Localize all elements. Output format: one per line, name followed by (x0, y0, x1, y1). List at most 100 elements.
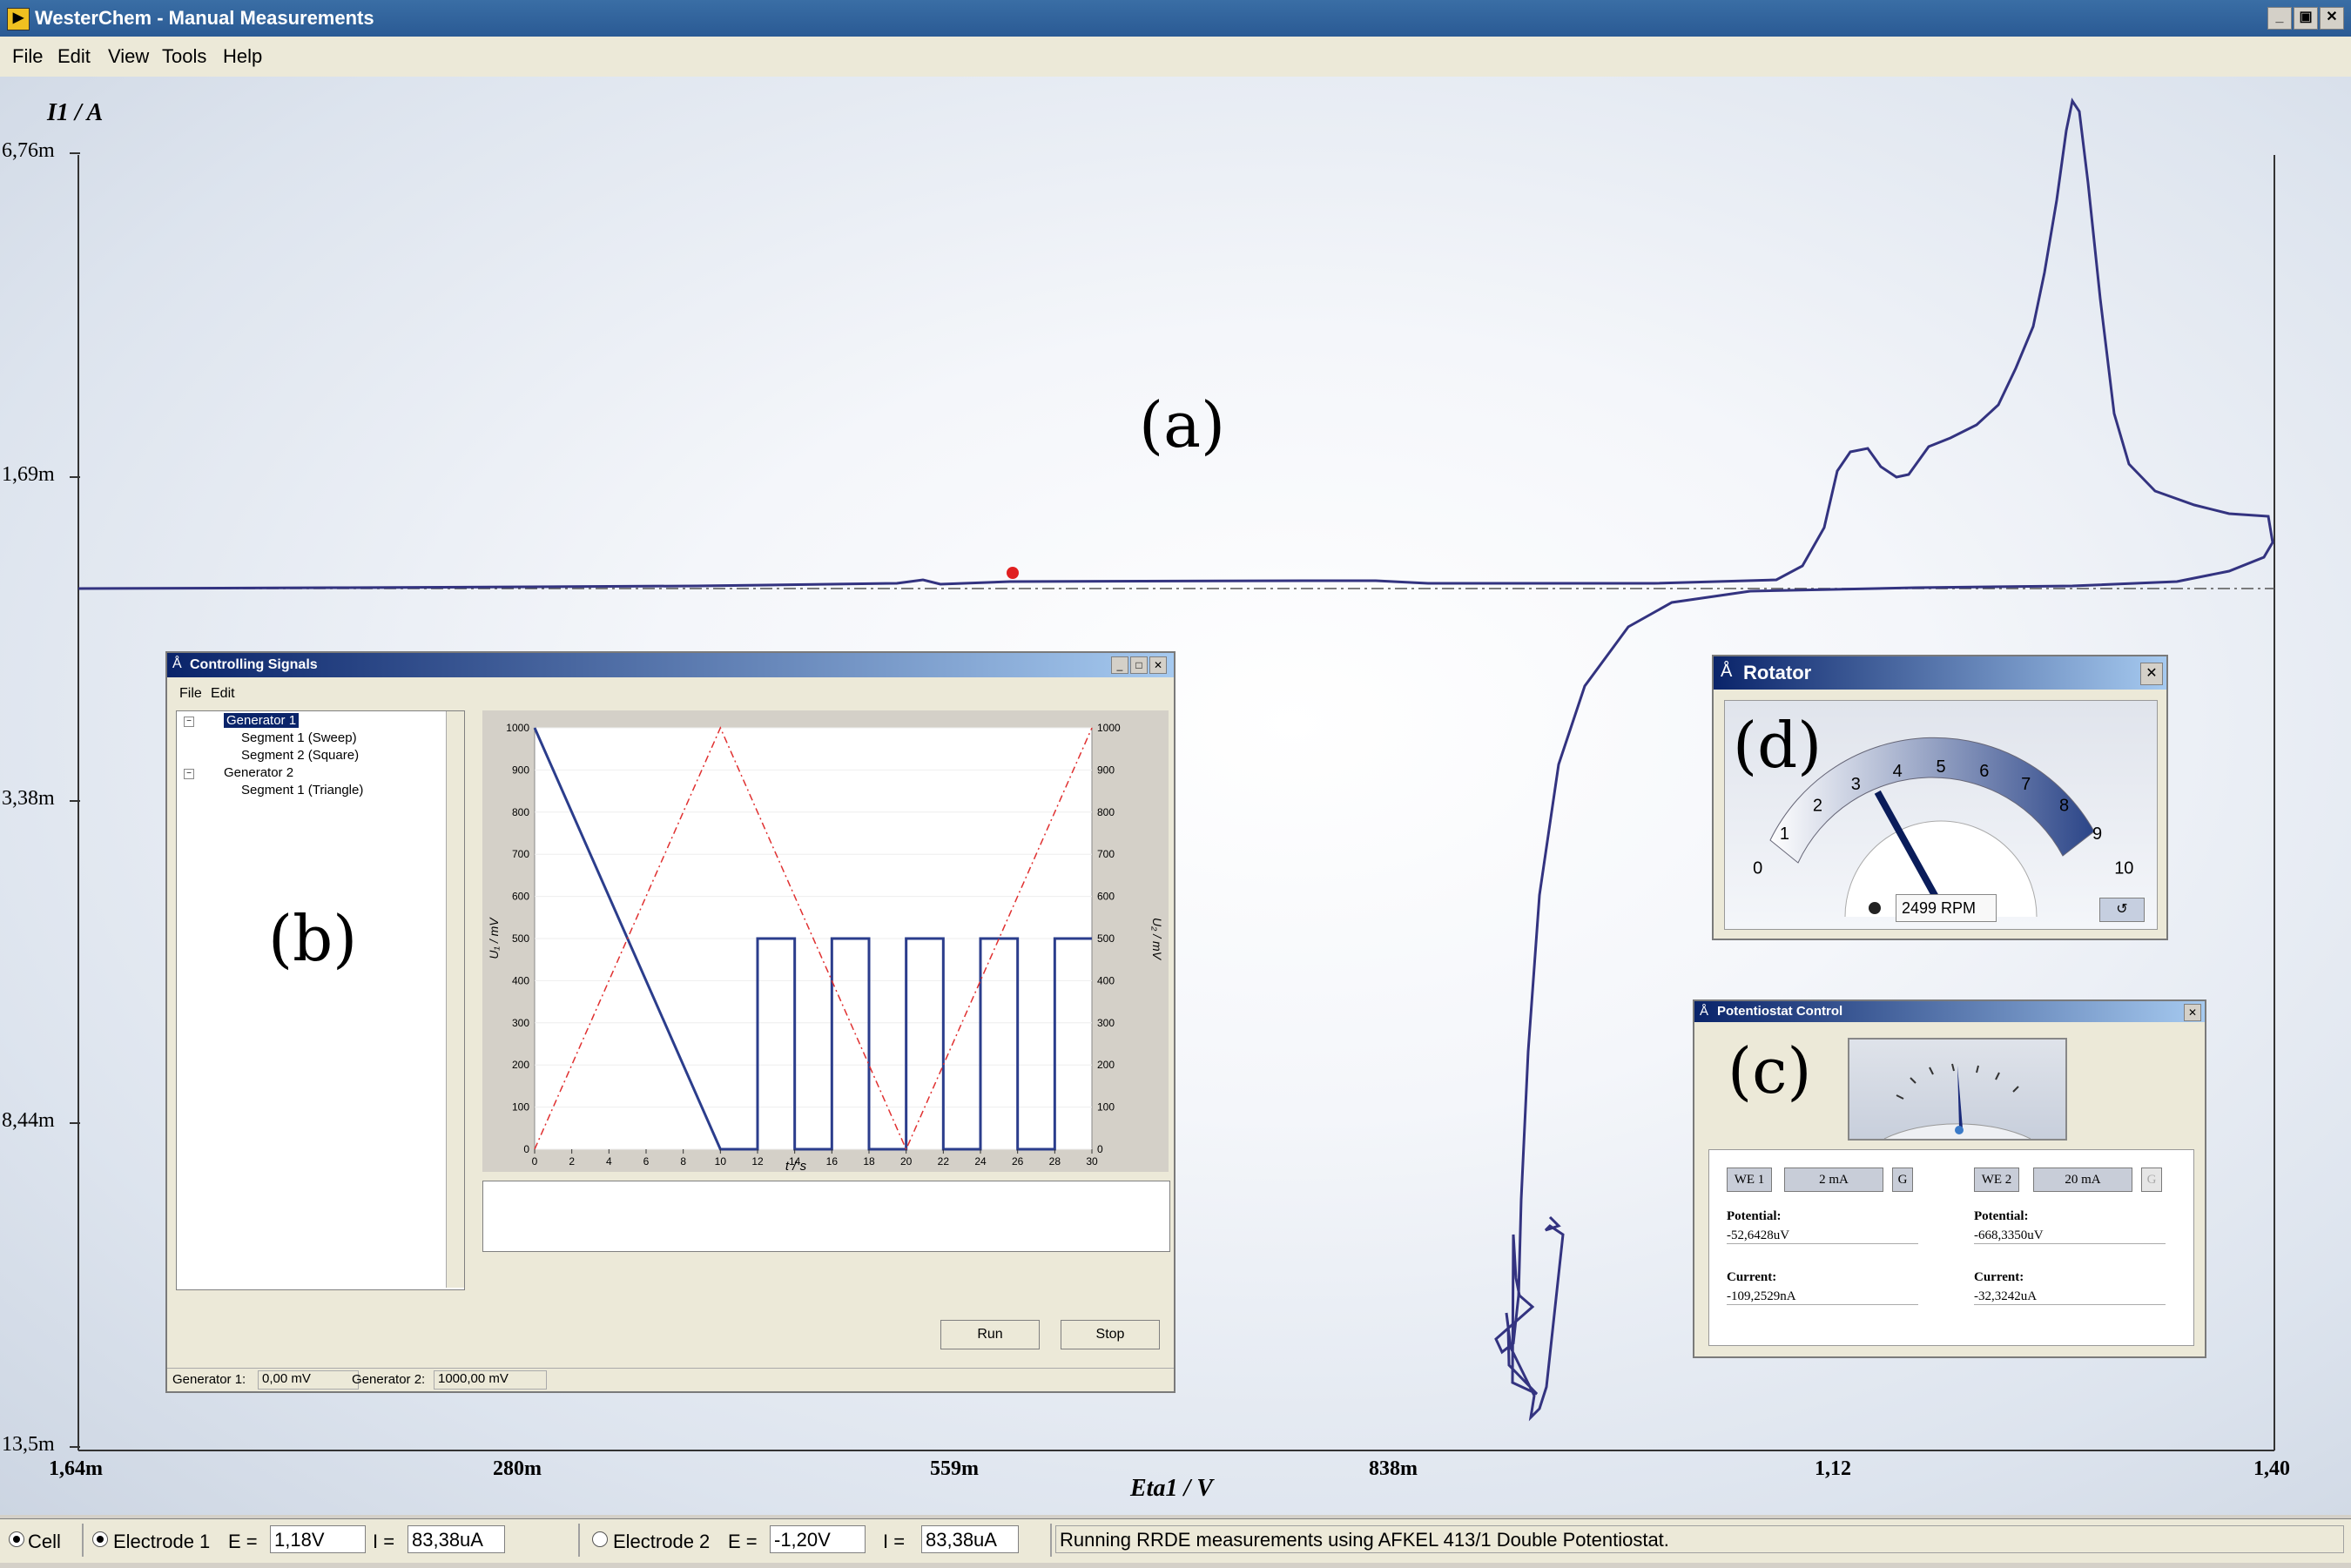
menu-help[interactable]: Help (223, 45, 262, 68)
tree-item-generator-2[interactable]: Generator 2 (224, 765, 293, 780)
we2-button[interactable]: WE 2 (1974, 1168, 2019, 1192)
close-button[interactable]: ✕ (1149, 656, 1167, 674)
y-tick-label: 600 (512, 891, 529, 903)
x-tick-label: 4 (606, 1155, 612, 1168)
y-tick-label-right: 900 (1097, 764, 1115, 776)
status-separator (1050, 1524, 1052, 1557)
app-small-icon: Å (1700, 1004, 1709, 1019)
tree-item-generator-1[interactable]: Generator 1 (224, 713, 300, 728)
generator-tree[interactable]: Generator 1 Segment 1 (Sweep) Segment 2 … (176, 710, 465, 1290)
gauge-scale-label: 2 (1813, 796, 1822, 815)
we2-range-select[interactable]: 20 mA (2033, 1168, 2132, 1192)
electrode-2-e-label: E = (728, 1531, 758, 1552)
status-bar: Cell Electrode 1 E = 1,18V I = 83,38uA E… (0, 1518, 2351, 1563)
indicator-led (1869, 902, 1881, 914)
gauge-scale-label: 4 (1893, 762, 1903, 781)
gauge-scale-label: 1 (1780, 824, 1789, 844)
cursor-marker[interactable] (1007, 567, 1019, 579)
y-axis-label: I1 / A (47, 99, 104, 126)
rotator-window: Rotator Å ✕ 0 1 2 3 4 5 6 7 8 9 10 2499 RPM ↺ (d) (1712, 655, 2168, 940)
gauge-scale-label: 3 (1851, 775, 1861, 794)
electrode-2-e-value: -1,20V (770, 1525, 866, 1553)
close-button[interactable]: ✕ (2320, 7, 2344, 30)
electrode-readings-panel: WE 1 2 mA G Potential: -52,6428uV Curren… (1708, 1149, 2194, 1346)
y-tick-label-right: 700 (1097, 848, 1115, 860)
status-separator (578, 1524, 580, 1557)
maximize-button[interactable]: □ (1130, 656, 1148, 674)
x-tick-label: 2 (569, 1155, 575, 1168)
menu-tools[interactable]: Tools (162, 45, 206, 68)
x-tick-label: 18 (863, 1155, 875, 1168)
signal-statusbar: Generator 1: 0,00 mV Generator 2: 1000,0… (167, 1368, 1174, 1391)
we1-potential-label: Potential: (1727, 1209, 1782, 1223)
gauge-scale-label: 10 (2114, 859, 2133, 878)
y-tick-label: 3,38m (2, 787, 55, 810)
electrode-1-e-label: E = (228, 1531, 258, 1552)
tree-item-segment[interactable]: Segment 2 (Square) (241, 748, 359, 763)
run-button[interactable]: Run (940, 1320, 1040, 1349)
rotation-direction-button[interactable]: ↺ (2099, 898, 2145, 922)
tree-scrollbar[interactable] (446, 711, 464, 1288)
controlling-signals-titlebar: Controlling Signals (167, 653, 1174, 677)
minimize-button[interactable]: _ (2267, 7, 2292, 30)
generator-1-value: 0,00 mV (258, 1370, 359, 1390)
electrode-2-radio[interactable] (592, 1531, 608, 1547)
electrode-2-i-label: I = (883, 1531, 906, 1552)
potentiostat-title: Potentiostat Control (1717, 1004, 1843, 1019)
stop-button[interactable]: Stop (1061, 1320, 1160, 1349)
y-tick-label-right: 300 (1097, 1017, 1115, 1029)
tree-item-segment[interactable]: Segment 1 (Sweep) (241, 730, 357, 745)
y-tick-label: 1,69m (2, 463, 55, 486)
menu-edit[interactable]: Edit (211, 686, 235, 702)
controlling-signals-window: Controlling Signals Å _ □ ✕ File Edit Ge… (165, 651, 1176, 1393)
collapse-icon[interactable]: − (184, 717, 194, 727)
gauge-scale-label: 9 (2092, 824, 2102, 844)
potential-gauge-needle (1957, 1066, 1963, 1128)
menu-file[interactable]: File (12, 45, 43, 68)
we1-button[interactable]: WE 1 (1727, 1168, 1772, 1192)
we1-range-select[interactable]: 2 mA (1784, 1168, 1883, 1192)
cell-radio[interactable] (9, 1531, 24, 1547)
we2-g-button[interactable]: G (2141, 1168, 2162, 1192)
title-bar: ▶ WesterChem - Manual Measurements _ ▣ ✕ (0, 0, 2351, 37)
signal-chart: 0 0100 100200 200300 300400 400500 500600 60070… (482, 710, 1169, 1172)
y-tick-label: 300 (512, 1017, 529, 1029)
log-area[interactable] (482, 1181, 1170, 1252)
cell-label: Cell (28, 1531, 61, 1552)
signal-x-label: t / s (785, 1159, 807, 1172)
menu-edit[interactable]: Edit (57, 45, 91, 68)
y-tick-label: 0 (523, 1143, 529, 1155)
electrode-1-i-value: 83,38uA (408, 1525, 505, 1553)
controlling-signals-title: Controlling Signals (190, 657, 318, 672)
x-tick-label: 16 (826, 1155, 839, 1168)
restore-button[interactable]: ▣ (2294, 7, 2318, 30)
menu-file[interactable]: File (179, 686, 202, 702)
x-tick-label: 559m (930, 1457, 979, 1480)
minimize-button[interactable]: _ (1111, 656, 1128, 674)
we2-current-label: Current: (1974, 1270, 2024, 1284)
we1-potential-value: -52,6428uV (1727, 1228, 1918, 1244)
menu-view[interactable]: View (108, 45, 149, 68)
y-tick-label-right: 0 (1097, 1143, 1103, 1155)
y-tick-label-right: 100 (1097, 1101, 1115, 1114)
x-tick-label: 12 (751, 1155, 764, 1168)
gauge-scale-label: 8 (2059, 796, 2069, 815)
electrode-1-label: Electrode 1 (113, 1531, 211, 1552)
we2-current-value: -32,3242uA (1974, 1289, 2166, 1305)
we1-g-button[interactable]: G (1892, 1168, 1913, 1192)
collapse-icon[interactable]: − (184, 769, 194, 779)
y-tick-label-right: 600 (1097, 891, 1115, 903)
close-button[interactable]: ✕ (2184, 1004, 2201, 1021)
we1-current-value: -109,2529nA (1727, 1289, 1918, 1305)
status-separator (82, 1524, 84, 1557)
rotator-title: Rotator (1743, 662, 1812, 683)
y-tick-label: 1000 (506, 722, 529, 734)
gauge-scale-label: 6 (1979, 762, 1989, 781)
x-tick-label: 0 (532, 1155, 538, 1168)
y-tick-label: 900 (512, 764, 529, 776)
electrode-1-radio[interactable] (92, 1531, 108, 1547)
x-tick-label: 24 (974, 1155, 987, 1168)
close-button[interactable]: ✕ (2140, 663, 2163, 685)
potentiostat-control-window: Potentiostat Control Å ✕ (c) WE 1 2 mA G… (1693, 999, 2206, 1358)
tree-item-segment[interactable]: Segment 1 (Triangle) (241, 783, 363, 797)
